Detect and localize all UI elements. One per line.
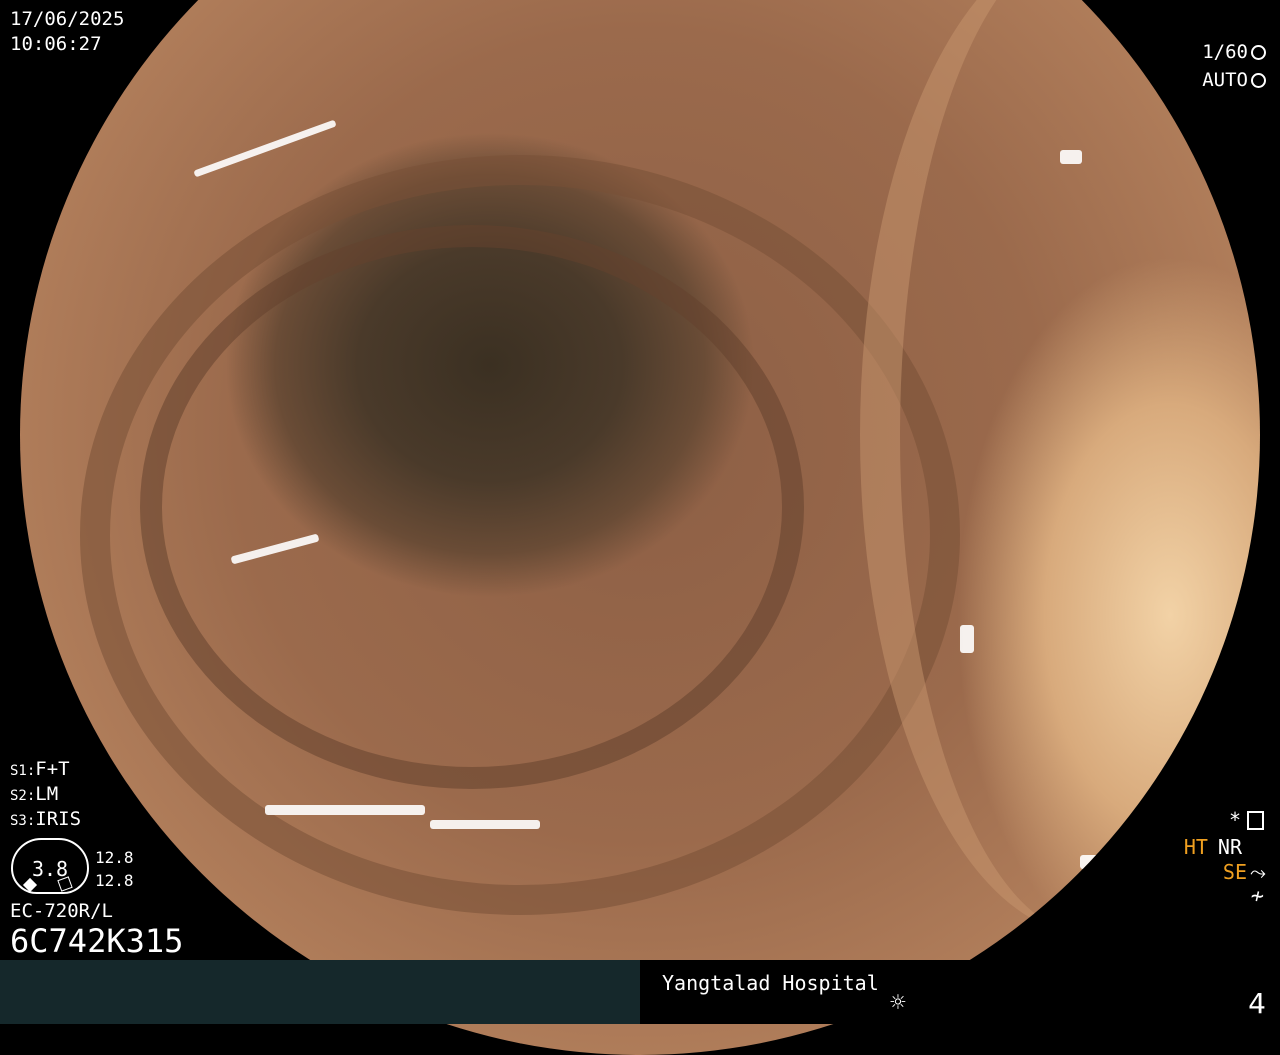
star-mark: * (1228, 808, 1241, 832)
colon-fold (140, 225, 804, 789)
gauge-lower: 12.8 (95, 871, 134, 890)
light-reflection (1060, 150, 1082, 164)
exam-time: 10:06:27 (10, 33, 102, 55)
iris-mode: AUTO (1202, 71, 1266, 90)
nr-label: NR (1217, 835, 1242, 859)
switch-3: S3:IRIS (10, 810, 81, 829)
switch-3-value: IRIS (35, 808, 82, 830)
scope-serial: 6C742K315 (10, 922, 184, 960)
settings-icon (1247, 810, 1264, 830)
se-label: SE (1222, 860, 1247, 884)
status-se: SE ⤳ (1223, 862, 1266, 882)
switch-1-value: F+T (35, 758, 70, 780)
light-reflection (265, 805, 425, 815)
switch-2: S2:LM (10, 785, 58, 804)
endoscopic-image (20, 0, 1260, 1055)
shutter-speed: 1/60 (1202, 43, 1266, 62)
status-star: * (1229, 810, 1264, 830)
switch-2-value: LM (35, 783, 59, 805)
hospital-name: Yangtalad Hospital (662, 971, 879, 995)
stiffness-gauge: 3.8 (11, 838, 89, 894)
iris-icon (1251, 73, 1266, 88)
footer-left (0, 960, 640, 1024)
switch-1: S1:F+T (10, 760, 70, 779)
light-reflection (430, 820, 540, 829)
switch-2-label: S2: (10, 788, 36, 804)
scope-model: EC-720R/L (10, 900, 113, 922)
ht-label: HT (1183, 835, 1208, 859)
status-nf: ≁ (1250, 884, 1264, 909)
light-reflection (1080, 855, 1120, 869)
iris-value: AUTO (1202, 69, 1248, 91)
gauge-value: 3.8 (31, 857, 69, 881)
switch-1-label: S1: (10, 763, 36, 779)
exam-date: 17/06/2025 (10, 8, 125, 30)
light-reflection (193, 119, 337, 178)
aperture-icon (1251, 45, 1266, 60)
gauge-upper: 12.8 (95, 848, 134, 867)
shutter-value: 1/60 (1202, 41, 1248, 63)
image-counter: 4 (1248, 987, 1266, 1020)
switch-3-label: S3: (10, 813, 36, 829)
light-reflection (960, 625, 974, 653)
status-ht-nr: HT NR (1184, 837, 1242, 857)
colon-fold (860, 0, 1260, 935)
sun-icon: ☼ (890, 988, 906, 1018)
curve-icon: ⤳ (1250, 860, 1266, 884)
